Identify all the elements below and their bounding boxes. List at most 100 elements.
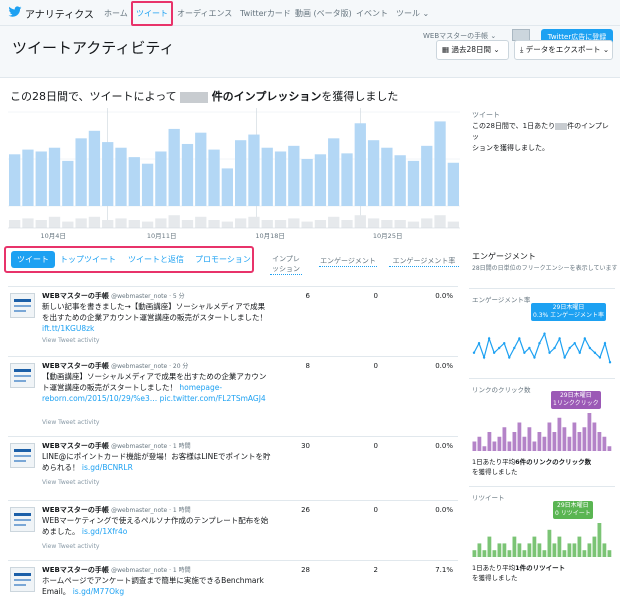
tweet-link[interactable]: is.gd/BCNRLR [82,463,133,472]
impressions-bar [407,160,420,206]
link-clicks-bar [527,427,532,451]
engagement-rate-point [548,351,551,354]
clicks-footer-a: 1日あたり平均 [472,458,516,466]
engagement-rate-point [492,351,496,354]
highlight-box-nav [131,1,173,26]
nav-audience[interactable]: オーディエンス [177,8,232,19]
page-title: ツイートアクティビティ [12,39,175,57]
column-engagements[interactable]: エンゲージメント [319,256,377,267]
link-clicks-bar [547,422,552,451]
app-name[interactable]: アナリティクス [25,6,94,21]
tweet-row[interactable]: WEBマスターの手帳 @webmaster_note · 1 時間 ホームページ… [8,560,458,600]
engagements-value: 0 [373,442,378,450]
engagement-rate-tooltip: 29日木曜日 0.3% エンゲージメント率 [531,303,607,321]
engagement-rate-point [528,346,531,350]
tweet-author: WEBマスターの手帳 @webmaster_note · 20 分 [42,361,188,371]
tweet-row[interactable]: WEBマスターの手帳 @webmaster_note · 1 時間 WEBマーケ… [8,500,458,560]
nav-tools[interactable]: ツール ⌄ [396,8,429,19]
avatar[interactable] [10,443,35,468]
nav-home[interactable]: ホーム [104,8,128,19]
impressions-bar [248,134,260,206]
impressions-bar [168,128,180,206]
impressions-bar [354,123,366,206]
tweet-link[interactable]: ift.tt/1KGU8zk [42,324,94,333]
engagement-rate-point [608,361,612,364]
engagement-bar [102,220,114,228]
engagement-bar [288,218,300,228]
impressions-bar [22,149,34,206]
link-clicks-bar [587,413,592,451]
retweets-footer-b: 1件のリツイート [515,564,566,572]
engagement-rate-point [477,342,481,345]
tweet-row[interactable]: WEBマスターの手帳 @webmaster_note · 5 分 新しい記事を書… [8,286,458,352]
tweet-text: 新しい記事を書きました→【動画講座】ソーシャルメディアで成果を出すための企業アカ… [42,302,267,322]
column-engagement-rate[interactable]: エンゲージメント率 [389,256,459,267]
tweet-handle: @webmaster_note · 1 時間 [111,507,191,514]
engagement-rate-point [578,351,581,354]
engagements-value: 2 [373,566,378,574]
impressions-bar [128,157,140,206]
column-impressions[interactable]: インプレ ッション [270,254,302,275]
impressions-bar [301,159,313,206]
tweet-row[interactable]: WEBマスターの手帳 @webmaster_note · 20 分 【動画講座】… [8,356,458,428]
link-clicks-bar [512,432,517,451]
tweets-summary-line1: この28日間で、1日あたり 件のインプレッ [472,121,614,143]
tweet-author: WEBマスターの手帳 @webmaster_note · 1 時間 [42,565,191,575]
tweet-text-block: 【動画講座】ソーシャルメディアで成果を出すための企業アカウント運営講座の販売がス… [42,371,272,404]
view-tweet-activity-link[interactable]: View Tweet activity [42,543,99,550]
impressions-bar [434,121,446,206]
date-range-label: 過去28日間 [451,45,492,54]
engagement-rate-value: 0.0% [435,506,453,514]
retweets-bar [537,543,542,557]
impressions-value: 28 [301,566,310,574]
view-tweet-activity-link[interactable]: View Tweet activity [42,419,99,426]
tweet-link[interactable]: is.gd/M77Okg [73,587,124,596]
retweets-footer-c: を獲得しました [472,574,518,582]
engagement-bar [394,220,406,228]
engagement-bar [155,218,167,228]
twitter-bird-icon[interactable] [8,6,22,18]
chevron-down-icon: ⌄ [420,9,430,18]
engagement-bar [301,221,313,228]
engagement-bar [314,220,327,228]
link-clicks-footer: 1日あたり平均6件のリンクのクリック数 を獲得しました [472,457,591,477]
view-tweet-activity-link[interactable]: View Tweet activity [42,479,99,486]
engagement-bar [407,221,420,228]
engagement-rate-point [533,356,536,359]
chevron-down-icon: ⌄ [493,45,500,54]
tweet-link[interactable]: is.gd/1Xfr4o [82,527,127,536]
tweet-row[interactable]: WEBマスターの手帳 @webmaster_note · 1 時間 LINE@に… [8,436,458,498]
engagement-bar [221,221,233,228]
retweets-bar [607,550,612,557]
link-clicks-bar [507,441,512,451]
engagement-bar [341,220,353,228]
nav-video[interactable]: 動画 (ベータ版) [295,8,352,19]
impressions-value: 26 [301,506,310,514]
engagement-bar [367,218,380,228]
retweets-bar [492,550,497,557]
view-tweet-activity-link[interactable]: View Tweet activity [42,337,99,344]
avatar[interactable] [10,507,35,532]
impressions-bar [235,140,247,206]
avatar[interactable] [10,293,35,318]
link-clicks-bar [562,427,567,451]
nav-twitter-cards[interactable]: Twitterカード [240,8,291,19]
link-clicks-bar [482,446,487,451]
impressions-bar [75,138,87,206]
link-clicks-bar [472,441,477,451]
avatar[interactable] [10,567,35,592]
nav-events[interactable]: イベント [356,8,388,19]
impressions-bar [367,140,380,206]
impressions-bar-chart[interactable]: 10月4日 10月11日 10月18日 10月25日 [8,108,460,240]
engagement-rate-point [543,332,546,335]
impressions-bar [421,145,433,206]
retweets-bar [572,543,577,557]
link-clicks-bar [532,441,537,451]
retweets-footer: 1日あたり平均1件のリツイート を獲得しました [472,563,565,583]
date-range-button[interactable]: ▦ 過去28日間 ⌄ [436,40,509,60]
avatar[interactable] [10,363,35,388]
tooltip-value: 1リンククリック [553,400,599,407]
tweet-handle: @webmaster_note · 5 分 [111,293,185,300]
retweets-bar [472,550,477,557]
export-data-button[interactable]: ⤓ データをエクスポート ⌄ [514,40,613,60]
